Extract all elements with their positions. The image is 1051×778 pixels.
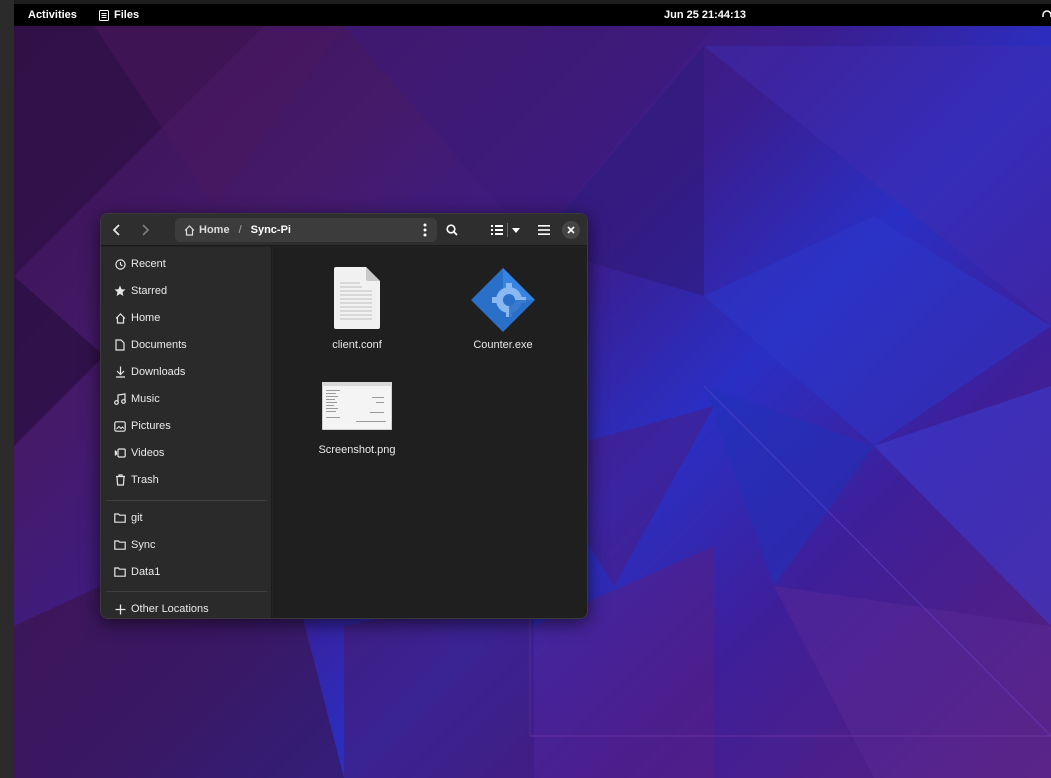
music-icon — [114, 393, 126, 405]
sidebar-item-other-locations[interactable]: Other Locations — [101, 597, 272, 618]
sidebar-item-git[interactable]: git — [101, 506, 272, 530]
header-bar: Home / Sync-Pi — [101, 214, 587, 246]
sidebar-item-label: Recent — [131, 258, 166, 270]
activities-button[interactable]: Activities — [28, 9, 77, 21]
file-name: Counter.exe — [473, 339, 533, 351]
search-button[interactable] — [440, 218, 464, 242]
folder-icon — [114, 512, 126, 524]
close-button[interactable] — [562, 221, 580, 239]
sidebar-item-data1[interactable]: Data1 — [101, 560, 272, 584]
sidebar-item-pictures[interactable]: Pictures — [101, 414, 272, 438]
sidebar-item-trash[interactable]: Trash — [101, 468, 272, 492]
sidebar-item-label: Data1 — [131, 566, 161, 578]
picture-icon — [114, 420, 126, 432]
hamburger-icon — [538, 225, 550, 235]
file-item-client-conf[interactable]: client.conf — [297, 267, 417, 362]
sidebar-item-starred[interactable]: Starred — [101, 279, 272, 303]
sidebar-item-label: Pictures — [131, 420, 171, 432]
sidebar-item-downloads[interactable]: Downloads — [101, 360, 272, 384]
sidebar-item-label: Downloads — [131, 366, 186, 378]
sidebar-item-videos[interactable]: Videos — [101, 441, 272, 465]
file-name: Screenshot.png — [318, 444, 396, 456]
download-icon — [114, 366, 126, 378]
kebab-menu-icon[interactable] — [417, 221, 433, 239]
plus-icon — [114, 603, 126, 615]
trash-icon — [114, 474, 126, 486]
breadcrumb-separator: / — [238, 224, 242, 236]
image-thumbnail-icon — [322, 382, 392, 430]
forward-button[interactable] — [133, 218, 157, 242]
headphones-icon[interactable] — [1041, 9, 1051, 21]
sidebar-divider — [107, 591, 267, 592]
video-icon — [114, 447, 126, 459]
sidebar-divider — [107, 500, 267, 501]
sidebar-item-label: Music — [131, 393, 160, 405]
files-window: Home / Sync-Pi Recent Starred Home Docum… — [100, 213, 588, 619]
close-icon — [567, 226, 575, 234]
back-button[interactable] — [105, 218, 129, 242]
chevron-right-icon — [142, 224, 150, 236]
file-name: client.conf — [332, 339, 382, 351]
file-item-counter-exe[interactable]: Counter.exe — [443, 267, 563, 362]
breadcrumb-home-label: Home — [199, 224, 230, 236]
star-icon — [114, 285, 126, 297]
home-icon — [184, 224, 195, 236]
main-menu-button[interactable] — [532, 218, 556, 242]
list-view-icon — [490, 225, 503, 235]
breadcrumb-home[interactable]: Home — [184, 224, 230, 236]
sidebar-item-label: git — [131, 512, 143, 524]
files-app-icon — [99, 9, 109, 21]
home-icon — [114, 312, 126, 324]
search-icon — [446, 224, 458, 236]
text-file-icon — [334, 267, 380, 329]
view-options-button[interactable] — [487, 218, 523, 242]
executable-icon — [471, 268, 535, 332]
app-menu-label: Files — [114, 9, 140, 21]
sidebar-item-label: Videos — [131, 447, 165, 459]
file-view: client.conf Counter.exe Screenshot.png — [273, 247, 587, 618]
app-menu[interactable]: Files — [99, 9, 139, 21]
sidebar-item-home[interactable]: Home — [101, 306, 272, 330]
sidebar-item-label: Documents — [131, 339, 187, 351]
sidebar-item-label: Starred — [131, 285, 168, 297]
breadcrumb-current[interactable]: Sync-Pi — [251, 224, 291, 236]
folder-icon — [114, 566, 126, 578]
sidebar-item-sync[interactable]: Sync — [101, 533, 272, 557]
sidebar-item-documents[interactable]: Documents — [101, 333, 272, 357]
sidebar-item-label: Other Locations — [131, 603, 209, 615]
clock-icon — [114, 258, 126, 270]
path-bar[interactable]: Home / Sync-Pi — [175, 218, 437, 242]
clock[interactable]: Jun 25 21:44:13 — [664, 9, 746, 21]
sidebar-item-label: Sync — [131, 539, 156, 551]
sidebar-item-music[interactable]: Music — [101, 387, 272, 411]
dropdown-arrow-icon — [511, 227, 520, 233]
chevron-left-icon — [112, 224, 120, 236]
sidebar-item-recent[interactable]: Recent — [101, 252, 272, 276]
file-item-screenshot-png[interactable]: Screenshot.png — [297, 372, 417, 467]
sidebar-item-label: Home — [131, 312, 161, 324]
top-bar: Activities Files Jun 25 21:44:13 — [14, 4, 1051, 26]
document-icon — [114, 339, 126, 351]
folder-icon — [114, 539, 126, 551]
sidebar-item-label: Trash — [131, 474, 159, 486]
sidebar: Recent Starred Home Documents Downloads … — [101, 247, 272, 618]
left-edge-strip — [0, 0, 14, 778]
